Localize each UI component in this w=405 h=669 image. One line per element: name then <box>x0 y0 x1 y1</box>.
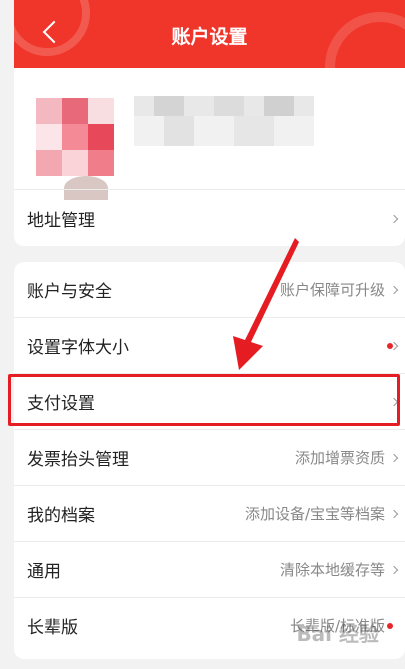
notification-dot <box>387 622 393 629</box>
chevron-right-icon <box>389 565 399 574</box>
chevron-right-icon <box>389 509 399 518</box>
general-row[interactable]: 通用 清除本地缓存等 <box>14 542 405 597</box>
row-label: 我的档案 <box>27 506 95 526</box>
payment-settings-row[interactable]: 支付设置 <box>14 374 405 429</box>
row-label: 通用 <box>27 562 61 582</box>
my-profile-row[interactable]: 我的档案 添加设备/宝宝等档案 <box>14 486 405 541</box>
settings-list: 账户与安全 账户保障可升级 设置字体大小 支付设置 发票抬头管理 添加增票资质 … <box>14 262 405 659</box>
row-label: 长辈版 <box>27 618 78 638</box>
chevron-right-icon <box>389 397 399 406</box>
app-header: 账户设置 <box>14 0 405 68</box>
row-label: 发票抬头管理 <box>27 450 129 470</box>
watermark: Bai 经验 <box>296 622 379 646</box>
annotation-arrow-icon <box>233 238 299 370</box>
font-size-row[interactable]: 设置字体大小 <box>14 318 405 373</box>
row-label: 设置字体大小 <box>27 338 129 358</box>
row-label: 支付设置 <box>27 394 95 414</box>
row-label: 账户与安全 <box>27 282 112 302</box>
page-title: 账户设置 <box>171 26 248 48</box>
address-management-row[interactable]: 地址管理 <box>14 191 405 246</box>
profile-card: 地址管理 <box>14 68 405 246</box>
chevron-right-icon <box>389 285 399 294</box>
row-label: 地址管理 <box>27 211 95 231</box>
row-value: 添加增票资质 <box>294 449 385 467</box>
chevron-right-icon <box>389 453 399 462</box>
invoice-title-row[interactable]: 发票抬头管理 添加增票资质 <box>14 430 405 485</box>
account-security-row[interactable]: 账户与安全 账户保障可升级 <box>14 262 405 317</box>
row-value: 添加设备/宝宝等档案 <box>244 505 385 523</box>
chevron-right-icon <box>389 214 399 223</box>
row-value: 清除本地缓存等 <box>279 561 385 579</box>
